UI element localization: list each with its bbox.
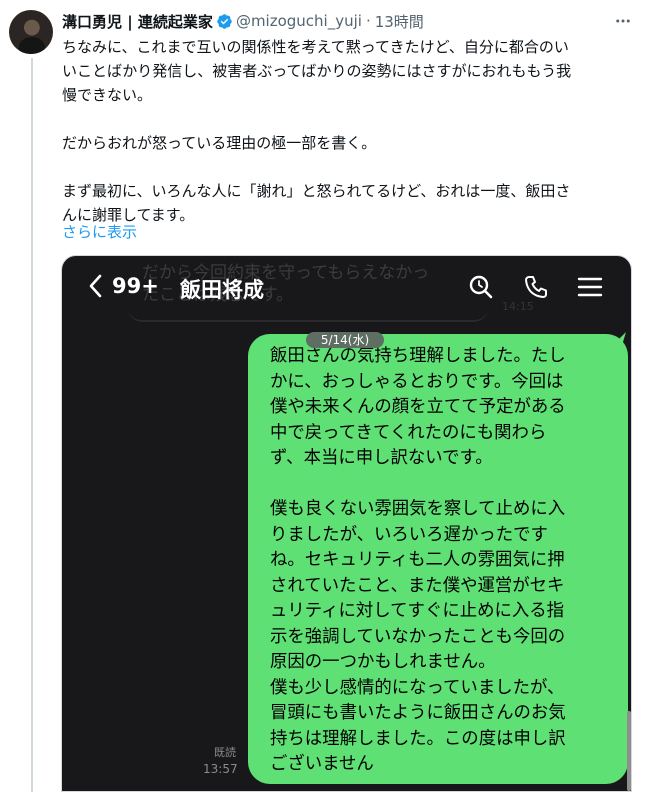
message-bubble[interactable]: 飯田さんの気持ち理解しました。たし かに、おっしゃるとおりです。今回は 僕や未来… bbox=[248, 334, 628, 784]
menu-icon[interactable] bbox=[577, 274, 603, 300]
avatar[interactable] bbox=[9, 10, 53, 54]
tweet-paragraph-2: だからおれが怒っている理由の極一部を書く。 bbox=[62, 134, 377, 152]
separator-dot: · bbox=[365, 12, 371, 30]
chat-header: 99+ 飯田将成 bbox=[62, 256, 631, 318]
message-line: されていたこと、また僕や運営がセキ bbox=[270, 575, 565, 596]
unread-count: 99+ bbox=[112, 274, 159, 298]
author-name[interactable]: 溝口勇児 | 連続起業家 bbox=[62, 11, 213, 32]
message-line: 中で戻ってきてくれたのにも関わら bbox=[270, 422, 547, 443]
author-handle[interactable]: @mizoguchi_yuji bbox=[236, 12, 362, 30]
message-line: ず、本当に申し訳ないです。 bbox=[270, 448, 493, 468]
message-line: かに、おっしゃるとおりです。今回は bbox=[270, 371, 564, 392]
thread-line bbox=[31, 58, 33, 792]
phone-icon[interactable] bbox=[523, 274, 549, 300]
tweet-paragraph-1: ちなみに、これまで互いの関係性を考えて黙ってきたけど、自分に都合のい いことばか… bbox=[62, 38, 572, 104]
message-line: 示を強調していなかったことも今回の bbox=[270, 626, 566, 647]
read-receipt: 既読 bbox=[214, 746, 236, 759]
message-line: ございません bbox=[270, 754, 374, 774]
chat-scrollbar[interactable] bbox=[627, 711, 631, 791]
message-line: ね。セキュリティも二人の雰囲気に押 bbox=[270, 550, 565, 570]
chat-contact-name: 飯田将成 bbox=[180, 278, 264, 302]
tweet-time[interactable]: 13時間 bbox=[375, 11, 424, 32]
tweet-text: ちなみに、これまで互いの関係性を考えて黙ってきたけど、自分に都合のい いことばか… bbox=[62, 35, 632, 227]
message-line: 原因の一つかもしれません。 bbox=[270, 652, 496, 672]
tweet-paragraph-3: まず最初に、いろんな人に「謝れ」と怒られてるけど、おれは一度、飯田さ んに謝罪し… bbox=[62, 182, 571, 224]
more-dots-icon[interactable] bbox=[610, 8, 636, 34]
message-line: 冒頭にも書いたように飯田さんのお気 bbox=[270, 703, 566, 723]
message-line: ュリティに対してすぐに止めに入る指 bbox=[270, 601, 565, 621]
message-line: 持ちは理解しました。この度は申し訳 bbox=[270, 728, 566, 749]
date-separator: 5/14(水) bbox=[306, 332, 384, 348]
search-icon[interactable] bbox=[468, 274, 494, 300]
sent-time: 13:57 bbox=[203, 762, 238, 776]
back-arrow-icon[interactable] bbox=[88, 274, 102, 298]
tweet-header: 溝口勇児 | 連続起業家 @mizoguchi_yuji · 13時間 bbox=[62, 10, 424, 32]
message-line: 僕や未来くんの顔を立てて予定がある bbox=[270, 397, 566, 417]
verified-badge-icon bbox=[217, 13, 232, 29]
message-line: りましたが、いろいろ遅かったです bbox=[270, 524, 548, 545]
show-more-link[interactable]: さらに表示 bbox=[62, 220, 137, 244]
message-line: 僕も良くない雰囲気を察して止めに入 bbox=[270, 499, 566, 519]
attached-screenshot[interactable]: だから今回約束を守ってもらえなかっ たことは残念です。 14:15 99+ 飯田… bbox=[61, 255, 632, 792]
message-line: 僕も少し感情的になっていましたが、 bbox=[270, 677, 565, 698]
